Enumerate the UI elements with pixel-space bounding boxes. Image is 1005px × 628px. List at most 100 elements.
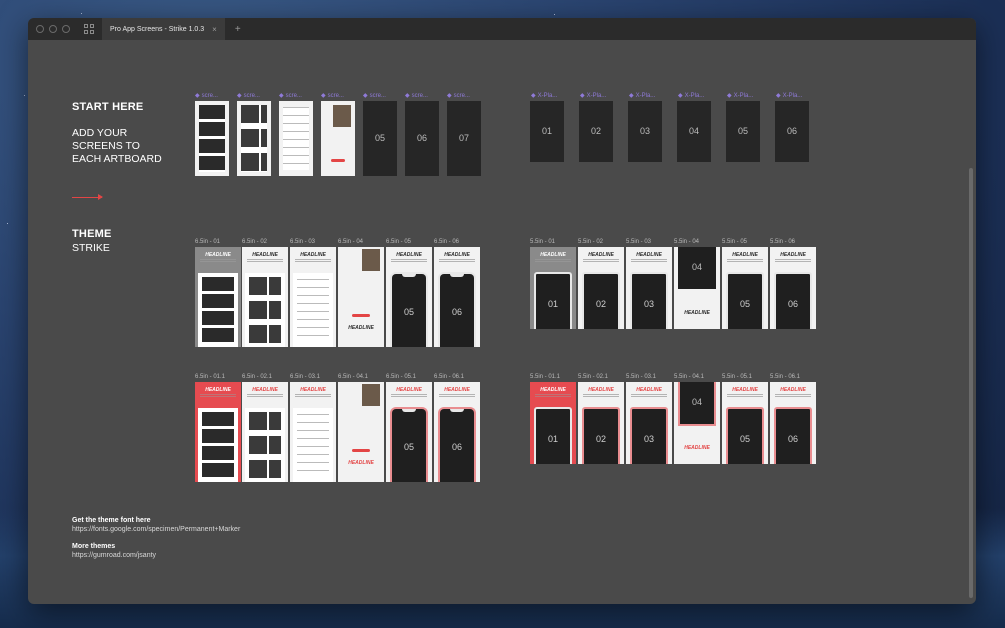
headline: HEADLINE xyxy=(252,252,278,258)
artboard-label: scre... xyxy=(363,92,386,99)
headline: HEADLINE xyxy=(444,387,470,393)
more-themes-link[interactable]: https://gumroad.com/jsanty xyxy=(72,552,156,559)
artboard-5-5in-06-1[interactable]: HEADLINE 06 xyxy=(770,382,816,464)
artboard-5-5in-04[interactable]: 04 HEADLINE xyxy=(674,247,720,329)
artboard-5-5in-05[interactable]: HEADLINE 05 xyxy=(722,247,768,329)
artboard-number: 04 xyxy=(691,397,702,407)
artboard-5-5in-04-1[interactable]: 04 HEADLINE xyxy=(674,382,720,464)
artboard-6-5in-04-1[interactable]: HEADLINE xyxy=(338,382,384,482)
minimize-window-button[interactable] xyxy=(49,25,57,33)
artboard-label: X-Pla... xyxy=(580,92,607,99)
artboard-number: 05 xyxy=(739,433,750,444)
canvas[interactable]: START HERE ADD YOUR SCREENS TO EACH ARTB… xyxy=(28,40,976,604)
artboard-x-placeholder[interactable]: 06 xyxy=(775,101,809,162)
document-tab[interactable]: Pro App Screens - Strike 1.0.3 × xyxy=(102,18,225,40)
theme-name: STRIKE xyxy=(72,242,110,254)
artboard-screen-02[interactable] xyxy=(237,101,271,176)
artboard-6-5in-03[interactable]: HEADLINE xyxy=(290,247,336,347)
artboard-5-5in-01-1[interactable]: HEADLINE 01 xyxy=(530,382,576,464)
artboard-6-5in-06[interactable]: HEADLINE 06 xyxy=(434,247,480,347)
artboard-number: 03 xyxy=(639,126,650,136)
artboard-number: 06 xyxy=(451,441,462,452)
artboard-5-5in-02[interactable]: HEADLINE 02 xyxy=(578,247,624,329)
font-link[interactable]: https://fonts.google.com/specimen/Perman… xyxy=(72,526,240,533)
artboard-5-5in-01[interactable]: HEADLINE 01 xyxy=(530,247,576,329)
artboard-number: 03 xyxy=(643,433,654,444)
artboard-6-5in-03-1[interactable]: HEADLINE xyxy=(290,382,336,482)
app-window: Pro App Screens - Strike 1.0.3 × + START… xyxy=(28,18,976,604)
artboard-label: 6.5in - 06 xyxy=(434,239,460,245)
artboard-number: 06 xyxy=(787,433,798,444)
artboard-6-5in-02[interactable]: HEADLINE xyxy=(242,247,288,347)
tab-title: Pro App Screens - Strike 1.0.3 xyxy=(110,25,205,33)
artboard-label: scre... xyxy=(405,92,428,99)
artboard-number: 04 xyxy=(691,262,702,272)
artboard-6-5in-02-1[interactable]: HEADLINE xyxy=(242,382,288,482)
artboard-label: X-Pla... xyxy=(678,92,705,99)
vertical-scrollbar[interactable] xyxy=(969,168,973,598)
headline: HEADLINE xyxy=(396,387,422,393)
headline: HEADLINE xyxy=(396,252,422,258)
artboard-5-5in-03[interactable]: HEADLINE 03 xyxy=(626,247,672,329)
star-decoration xyxy=(7,223,8,224)
artboard-label: scre... xyxy=(279,92,302,99)
artboard-screen-04[interactable] xyxy=(321,101,355,176)
artboard-label: X-Pla... xyxy=(531,92,558,99)
artboard-6-5in-05[interactable]: HEADLINE 05 xyxy=(386,247,432,347)
artboard-label: scre... xyxy=(195,92,218,99)
artboard-x-placeholder[interactable]: 03 xyxy=(628,101,662,162)
artboard-number: 05 xyxy=(737,126,748,136)
artboard-screen-06[interactable]: 06 xyxy=(405,101,439,176)
artboard-6-5in-05-1[interactable]: HEADLINE 05 xyxy=(386,382,432,482)
artboard-label: 6.5in - 02 xyxy=(242,239,268,245)
artboard-label: 5.5in - 05 xyxy=(722,239,748,245)
artboard-x-placeholder[interactable]: 04 xyxy=(677,101,711,162)
artboard-5-5in-03-1[interactable]: HEADLINE 03 xyxy=(626,382,672,464)
start-line-2: SCREENS TO xyxy=(72,140,140,152)
artboard-screen-07[interactable]: 07 xyxy=(447,101,481,176)
headline: HEADLINE xyxy=(540,252,566,258)
artboard-6-5in-01-1[interactable]: HEADLINE xyxy=(195,382,241,482)
artboard-number: 06 xyxy=(451,306,462,317)
artboard-number: 01 xyxy=(541,126,552,136)
artboard-label: 5.5in - 01.1 xyxy=(530,374,561,380)
theme-title: THEME xyxy=(72,228,112,240)
artboard-x-placeholder[interactable]: 05 xyxy=(726,101,760,162)
artboard-number: 05 xyxy=(403,441,414,452)
headline: HEADLINE xyxy=(684,445,710,451)
start-line-3: EACH ARTBOARD xyxy=(72,153,162,165)
artboard-label: 6.5in - 05 xyxy=(386,239,412,245)
artboard-label: 6.5in - 02.1 xyxy=(242,374,273,380)
artboard-x-placeholder[interactable]: 02 xyxy=(579,101,613,162)
artboard-5-5in-02-1[interactable]: HEADLINE 02 xyxy=(578,382,624,464)
headline: HEADLINE xyxy=(732,252,758,258)
star-decoration xyxy=(24,95,25,96)
artboard-5-5in-05-1[interactable]: HEADLINE 05 xyxy=(722,382,768,464)
headline: HEADLINE xyxy=(540,387,566,393)
artboard-label: 5.5in - 03 xyxy=(626,239,652,245)
artboard-5-5in-06[interactable]: HEADLINE 06 xyxy=(770,247,816,329)
artboard-screen-03[interactable] xyxy=(279,101,313,176)
artboard-label: 6.5in - 04 xyxy=(338,239,364,245)
artboard-screen-05[interactable]: 05 xyxy=(363,101,397,176)
grid-view-icon[interactable] xyxy=(84,24,94,34)
start-here-title: START HERE xyxy=(72,101,144,113)
artboard-6-5in-01[interactable]: HEADLINE xyxy=(195,247,241,347)
artboard-label: X-Pla... xyxy=(727,92,754,99)
headline: HEADLINE xyxy=(300,387,326,393)
artboard-label: 6.5in - 01 xyxy=(195,239,221,245)
headline: HEADLINE xyxy=(252,387,278,393)
tab-close-icon[interactable]: × xyxy=(212,25,217,34)
zoom-window-button[interactable] xyxy=(62,25,70,33)
font-heading: Get the theme font here xyxy=(72,517,151,524)
artboard-label: X-Pla... xyxy=(776,92,803,99)
artboard-number: 07 xyxy=(458,133,469,143)
headline: HEADLINE xyxy=(684,310,710,316)
close-window-button[interactable] xyxy=(36,25,44,33)
artboard-label: 5.5in - 05.1 xyxy=(722,374,753,380)
new-tab-button[interactable]: + xyxy=(235,24,241,35)
artboard-screen-01[interactable] xyxy=(195,101,229,176)
artboard-6-5in-06-1[interactable]: HEADLINE 06 xyxy=(434,382,480,482)
artboard-x-placeholder[interactable]: 01 xyxy=(530,101,564,162)
artboard-6-5in-04[interactable]: HEADLINE xyxy=(338,247,384,347)
